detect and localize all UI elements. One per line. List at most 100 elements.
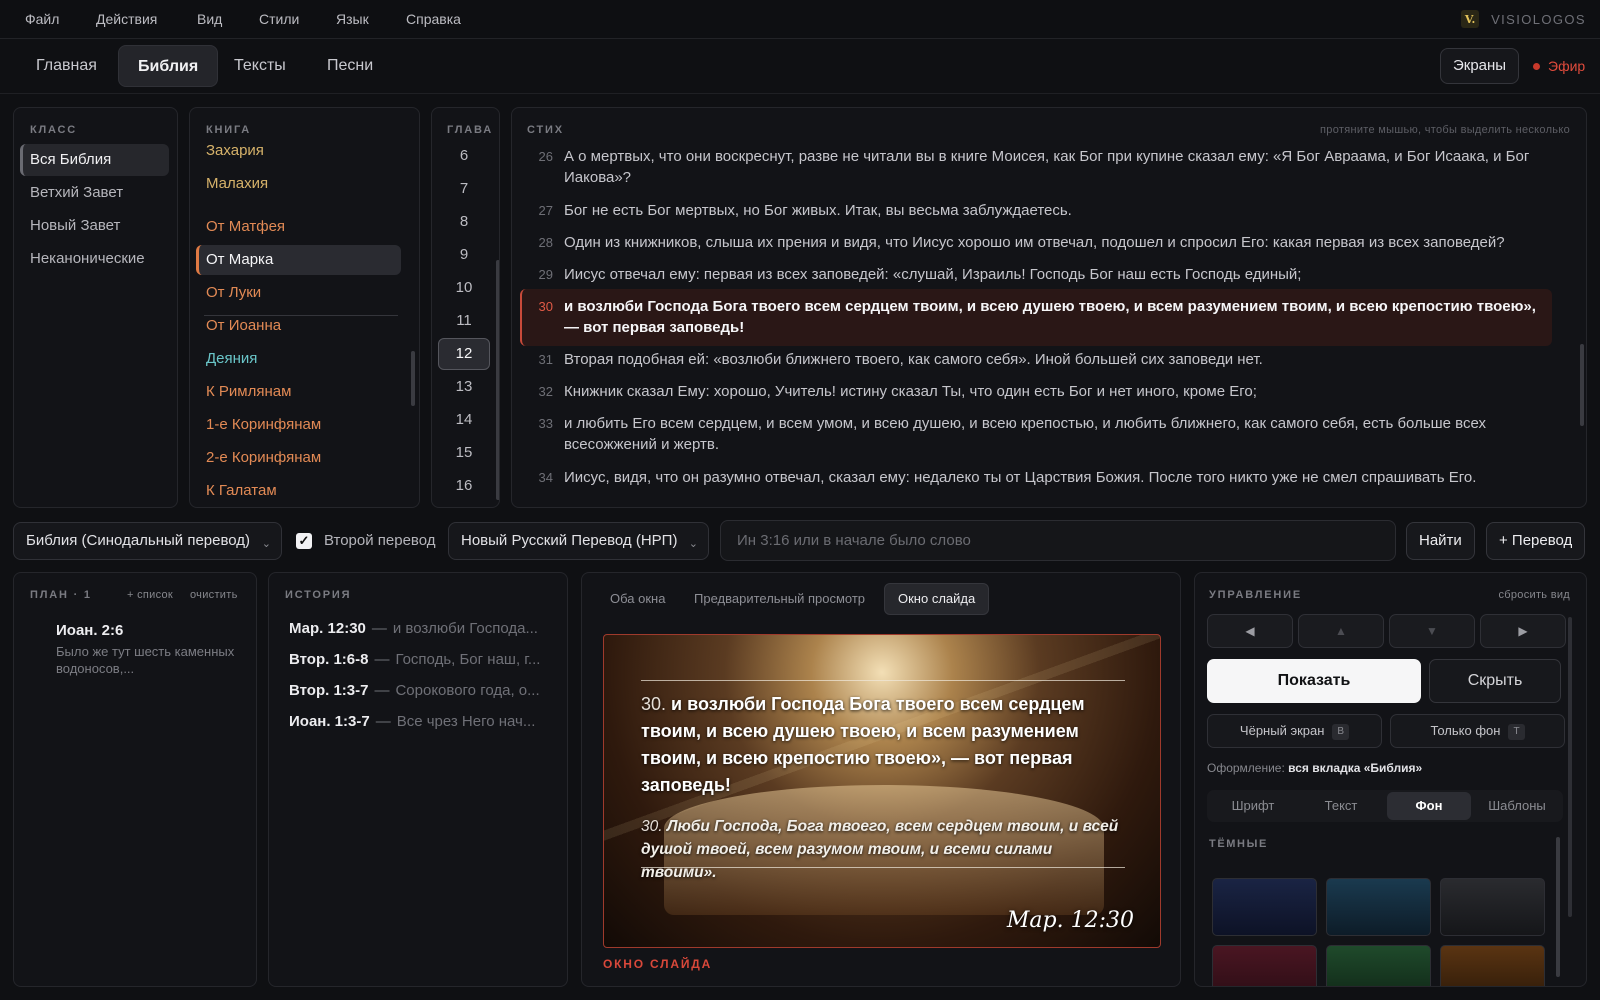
tab-texts[interactable]: Тексты	[215, 45, 305, 87]
find-button[interactable]: Найти	[1406, 522, 1475, 560]
menu-file[interactable]: Файл	[25, 11, 59, 27]
history-item[interactable]: Втор. 1:3-7— Сорокового года, о...	[289, 682, 557, 699]
chapter-item[interactable]: 7	[438, 173, 490, 205]
air-indicator[interactable]: Эфир	[1533, 58, 1585, 74]
show-button[interactable]: Показать	[1207, 659, 1421, 703]
tab-both-windows[interactable]: Оба окна	[597, 583, 678, 615]
book-item[interactable]: Деяния	[196, 344, 401, 374]
down-arrow-button[interactable]: ▼	[1389, 614, 1475, 648]
chapter-item[interactable]: 9	[438, 239, 490, 271]
chapter-item[interactable]: 10	[438, 272, 490, 304]
tab-slide-window[interactable]: Окно слайда	[884, 583, 990, 615]
book-item[interactable]: От Матфея	[196, 212, 401, 242]
chapter-item[interactable]: 13	[438, 371, 490, 403]
history-text: Все чрез Него нач...	[396, 713, 536, 730]
class-item-apocrypha[interactable]: Неканонические	[20, 243, 169, 275]
translation-select[interactable]: Библия (Синодальный перевод) ⌄	[13, 522, 282, 560]
chapter-item[interactable]: 15	[438, 437, 490, 469]
verse-row[interactable]: 32 Книжник сказал Ему: хорошо, Учитель! и…	[520, 381, 1552, 402]
chapter-item[interactable]: 6	[438, 140, 490, 172]
class-item-all[interactable]: Вся Библия	[20, 144, 169, 176]
control-scrollbar[interactable]	[1556, 837, 1560, 977]
verse-number: 34	[538, 470, 553, 485]
book-item[interactable]: 2-е Коринфянам	[196, 443, 401, 473]
class-item-new[interactable]: Новый Завет	[20, 210, 169, 242]
air-dot-icon	[1533, 62, 1540, 70]
background-swatch[interactable]	[1440, 878, 1545, 936]
add-list-link[interactable]: + список	[127, 589, 173, 601]
menu-help[interactable]: Справка	[406, 11, 461, 27]
history-ref: Мар. 12:30	[289, 620, 366, 637]
reset-view-link[interactable]: сбросить вид	[1498, 589, 1570, 601]
black-screen-button[interactable]: Чёрный экран B	[1207, 714, 1382, 748]
book-item[interactable]: От Луки	[196, 278, 401, 308]
class-item-old[interactable]: Ветхий Завет	[20, 177, 169, 209]
background-swatch[interactable]	[1326, 945, 1431, 986]
book-item[interactable]: К Римлянам	[196, 377, 401, 407]
tab-songs[interactable]: Песни	[308, 45, 392, 87]
tab-bible[interactable]: Библия	[118, 45, 219, 87]
background-only-button[interactable]: Только фон T	[1390, 714, 1565, 748]
menu-styles[interactable]: Стили	[259, 11, 299, 27]
verse-scrollbar[interactable]	[1580, 344, 1584, 426]
plan-panel: ПЛАН · 1 + список очистить Иоан. 2:6 Был…	[13, 572, 257, 987]
verse-row[interactable]: 27 Бог не есть Бог мертвых, но Бог живых.…	[520, 200, 1552, 221]
tab-home[interactable]: Главная	[17, 45, 116, 87]
second-translation-checkbox[interactable]: ✓	[296, 533, 312, 549]
chapter-item[interactable]: 16	[438, 470, 490, 502]
verse-number: 32	[538, 384, 553, 399]
book-item-selected[interactable]: От Марка	[196, 245, 401, 275]
verse-panel: СТИХ протяните мышью, чтобы выделить нес…	[511, 107, 1587, 508]
book-scrollbar[interactable]	[411, 351, 415, 406]
background-swatch[interactable]	[1212, 945, 1317, 986]
next-arrow-button[interactable]: ▶	[1480, 614, 1566, 648]
add-translation-button[interactable]: + Перевод	[1486, 522, 1586, 560]
seg-background[interactable]: Фон	[1387, 792, 1471, 820]
chapter-item-selected[interactable]: 12	[438, 338, 490, 370]
chapter-item[interactable]: 11	[438, 305, 490, 337]
verse-row[interactable]: 26 А о мертвых, что они воскреснут, разве…	[520, 146, 1552, 188]
hide-button[interactable]: Скрыть	[1429, 659, 1561, 703]
up-arrow-button[interactable]: ▲	[1298, 614, 1384, 648]
clear-link[interactable]: очистить	[190, 589, 238, 601]
menu-language[interactable]: Язык	[336, 11, 369, 27]
verse-row-selected[interactable]: 30 и возлюби Господа Бога твоего всем сер…	[520, 289, 1552, 346]
verse-panel-title: СТИХ	[527, 124, 564, 136]
chapter-item[interactable]: 8	[438, 206, 490, 238]
screens-button[interactable]: Экраны	[1440, 48, 1520, 84]
slide-second-text: 30. Люби Господа, Бога твоего, всем серд…	[641, 818, 1119, 881]
tab-preview[interactable]: Предварительный просмотр	[681, 583, 878, 615]
chapter-item[interactable]: 14	[438, 404, 490, 436]
search-input[interactable]: Ин 3:16 или в начале было слово	[720, 520, 1396, 561]
book-item[interactable]: 1-е Коринфянам	[196, 410, 401, 440]
history-item[interactable]: Иоан. 1:3-7— Все чрез Него нач...	[289, 713, 557, 730]
chapter-panel: ГЛАВА 6 7 8 9 10 11 12 13 14 15 16	[431, 107, 500, 508]
seg-templates[interactable]: Шаблоны	[1475, 792, 1559, 820]
menu-actions[interactable]: Действия	[96, 11, 157, 27]
background-swatch[interactable]	[1440, 945, 1545, 986]
verse-row[interactable]: 28 Один из книжников, слыша их прения и в…	[520, 232, 1552, 253]
verse-row[interactable]: 31 Вторая подобная ей: «возлюби ближнего …	[520, 349, 1552, 370]
book-item[interactable]: Малахия	[196, 169, 401, 199]
seg-font[interactable]: Шрифт	[1211, 792, 1295, 820]
verse-row[interactable]: 33 и любить Его всем сердцем, и всем умом…	[520, 413, 1552, 455]
verse-row[interactable]: 34 Иисус, видя, что он разумно отвечал, с…	[520, 467, 1552, 488]
history-item[interactable]: Мар. 12:30— и возлюби Господа...	[289, 620, 557, 637]
seg-text[interactable]: Текст	[1299, 792, 1383, 820]
book-item[interactable]: От Иоанна	[196, 311, 401, 341]
verse-row[interactable]: 29 Иисус отвечал ему: первая из всех запо…	[520, 264, 1552, 285]
chapter-scrollbar[interactable]	[496, 260, 499, 500]
prev-arrow-button[interactable]: ◀	[1207, 614, 1293, 648]
second-translation-label: Второй перевод	[324, 532, 436, 549]
background-swatch[interactable]	[1326, 878, 1431, 936]
slide-preview[interactable]: 30. и возлюби Господа Бога твоего всем с…	[603, 634, 1161, 948]
second-translation-select[interactable]: Новый Русский Перевод (НРП) ⌄	[448, 522, 709, 560]
book-item[interactable]: К Галатам	[196, 476, 401, 506]
menu-view[interactable]: Вид	[197, 11, 222, 27]
background-swatch[interactable]	[1212, 878, 1317, 936]
verse-text: Бог не есть Бог мертвых, но Бог живых. И…	[564, 202, 1072, 219]
control-outer-scrollbar[interactable]	[1568, 617, 1572, 917]
history-item[interactable]: Втор. 1:6-8— Господь, Бог наш, г...	[289, 651, 557, 668]
book-item[interactable]: Захария	[196, 136, 401, 166]
history-text: и возлюби Господа...	[392, 620, 538, 637]
